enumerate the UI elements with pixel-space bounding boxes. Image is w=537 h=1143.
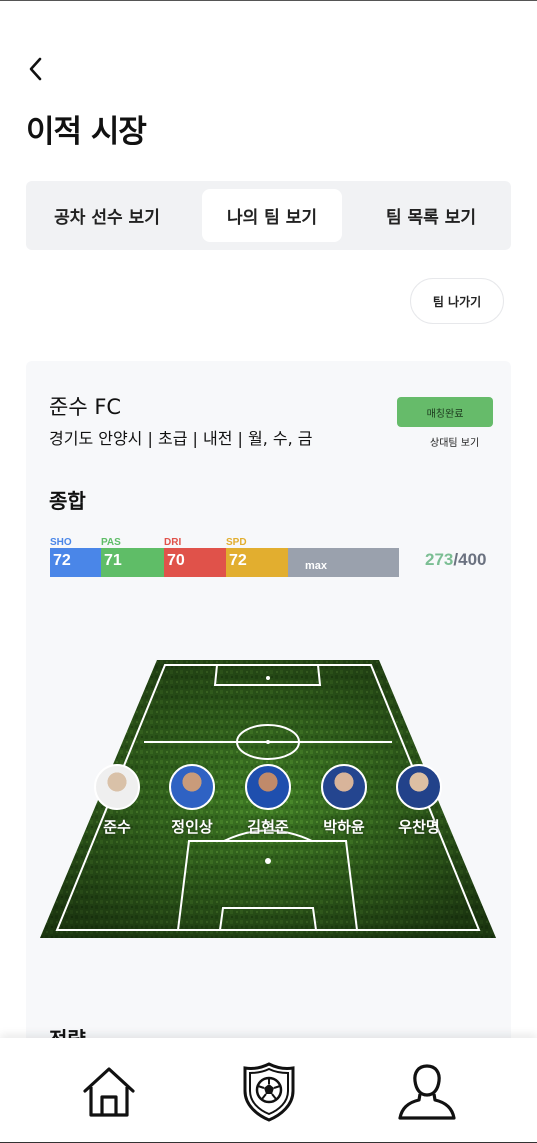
stat-total-max: 400 — [458, 550, 487, 569]
player-avatar — [321, 764, 367, 810]
team-crest-icon — [243, 1062, 295, 1122]
player-avatar — [94, 764, 140, 810]
player-slot[interactable]: 준수 — [77, 764, 157, 837]
page-title: 이적 시장 — [26, 114, 147, 150]
team-card: 준수 FC 경기도 안양시 | 초급 | 내전 | 월, 수, 금 매칭완료 상… — [26, 361, 511, 1061]
stat-max-label: max — [305, 560, 328, 572]
stat-pas-segment: PAS 71 — [101, 537, 164, 577]
team-name: 준수 FC — [49, 395, 122, 419]
stat-dri-segment: DRI 70 — [164, 537, 226, 577]
formation-pitch: 준수 정인상 김현준 박하윤 우찬명 — [40, 660, 496, 940]
team-info: 경기도 안양시 | 초급 | 내전 | 월, 수, 금 — [49, 429, 313, 448]
stat-spd-value: 72 — [229, 552, 247, 569]
match-status-badge[interactable]: 매칭완료 — [397, 397, 493, 427]
player-name: 정인상 — [171, 818, 213, 836]
stat-sho-value: 72 — [53, 552, 71, 569]
back-button[interactable] — [22, 54, 48, 84]
stat-sho-label: SHO — [50, 537, 72, 548]
nav-team-button[interactable] — [237, 1060, 301, 1124]
tab-free-agents[interactable]: 공차 선수 보기 — [32, 189, 182, 242]
stat-sho-segment: SHO 72 — [50, 537, 101, 577]
tab-my-team[interactable]: 나의 팀 보기 — [202, 189, 342, 242]
stat-max-segment: max — [288, 548, 399, 577]
stat-total-current: 273 — [425, 550, 454, 569]
view-opponent-link[interactable]: 상대팀 보기 — [430, 434, 479, 449]
player-avatar — [245, 764, 291, 810]
stat-pas-value: 71 — [104, 552, 122, 569]
player-name: 김현준 — [247, 818, 289, 836]
player-slot[interactable]: 김현준 — [228, 764, 308, 837]
tab-bar: 공차 선수 보기 나의 팀 보기 팀 목록 보기 — [26, 181, 511, 250]
player-name: 준수 — [103, 818, 131, 836]
player-slot[interactable]: 정인상 — [152, 764, 232, 837]
stat-dri-label: DRI — [164, 537, 182, 548]
nav-profile-button[interactable] — [395, 1060, 459, 1124]
nav-home-button[interactable] — [77, 1060, 141, 1124]
tab-team-list[interactable]: 팀 목록 보기 — [356, 189, 506, 242]
overall-title: 종합 — [49, 489, 86, 513]
chevron-left-icon — [29, 57, 42, 81]
profile-icon — [398, 1064, 456, 1120]
stat-bar: SHO 72 PAS 71 DRI 70 SPD 72 max — [50, 537, 399, 577]
leave-team-button[interactable]: 팀 나가기 — [410, 278, 504, 324]
stat-spd-segment: SPD 72 — [226, 537, 288, 577]
stat-spd-label: SPD — [226, 537, 247, 548]
player-slot[interactable]: 우찬명 — [379, 764, 459, 837]
home-icon — [83, 1067, 135, 1117]
stat-pas-label: PAS — [101, 537, 121, 548]
player-name: 우찬명 — [398, 818, 440, 836]
top-border — [0, 0, 537, 1]
bottom-nav — [0, 1038, 537, 1143]
stat-dri-value: 70 — [167, 552, 185, 569]
player-avatar — [169, 764, 215, 810]
player-slot[interactable]: 박하윤 — [304, 764, 384, 837]
player-avatar — [396, 764, 442, 810]
player-name: 박하윤 — [323, 818, 365, 836]
stat-total: 273/400 — [425, 550, 486, 570]
